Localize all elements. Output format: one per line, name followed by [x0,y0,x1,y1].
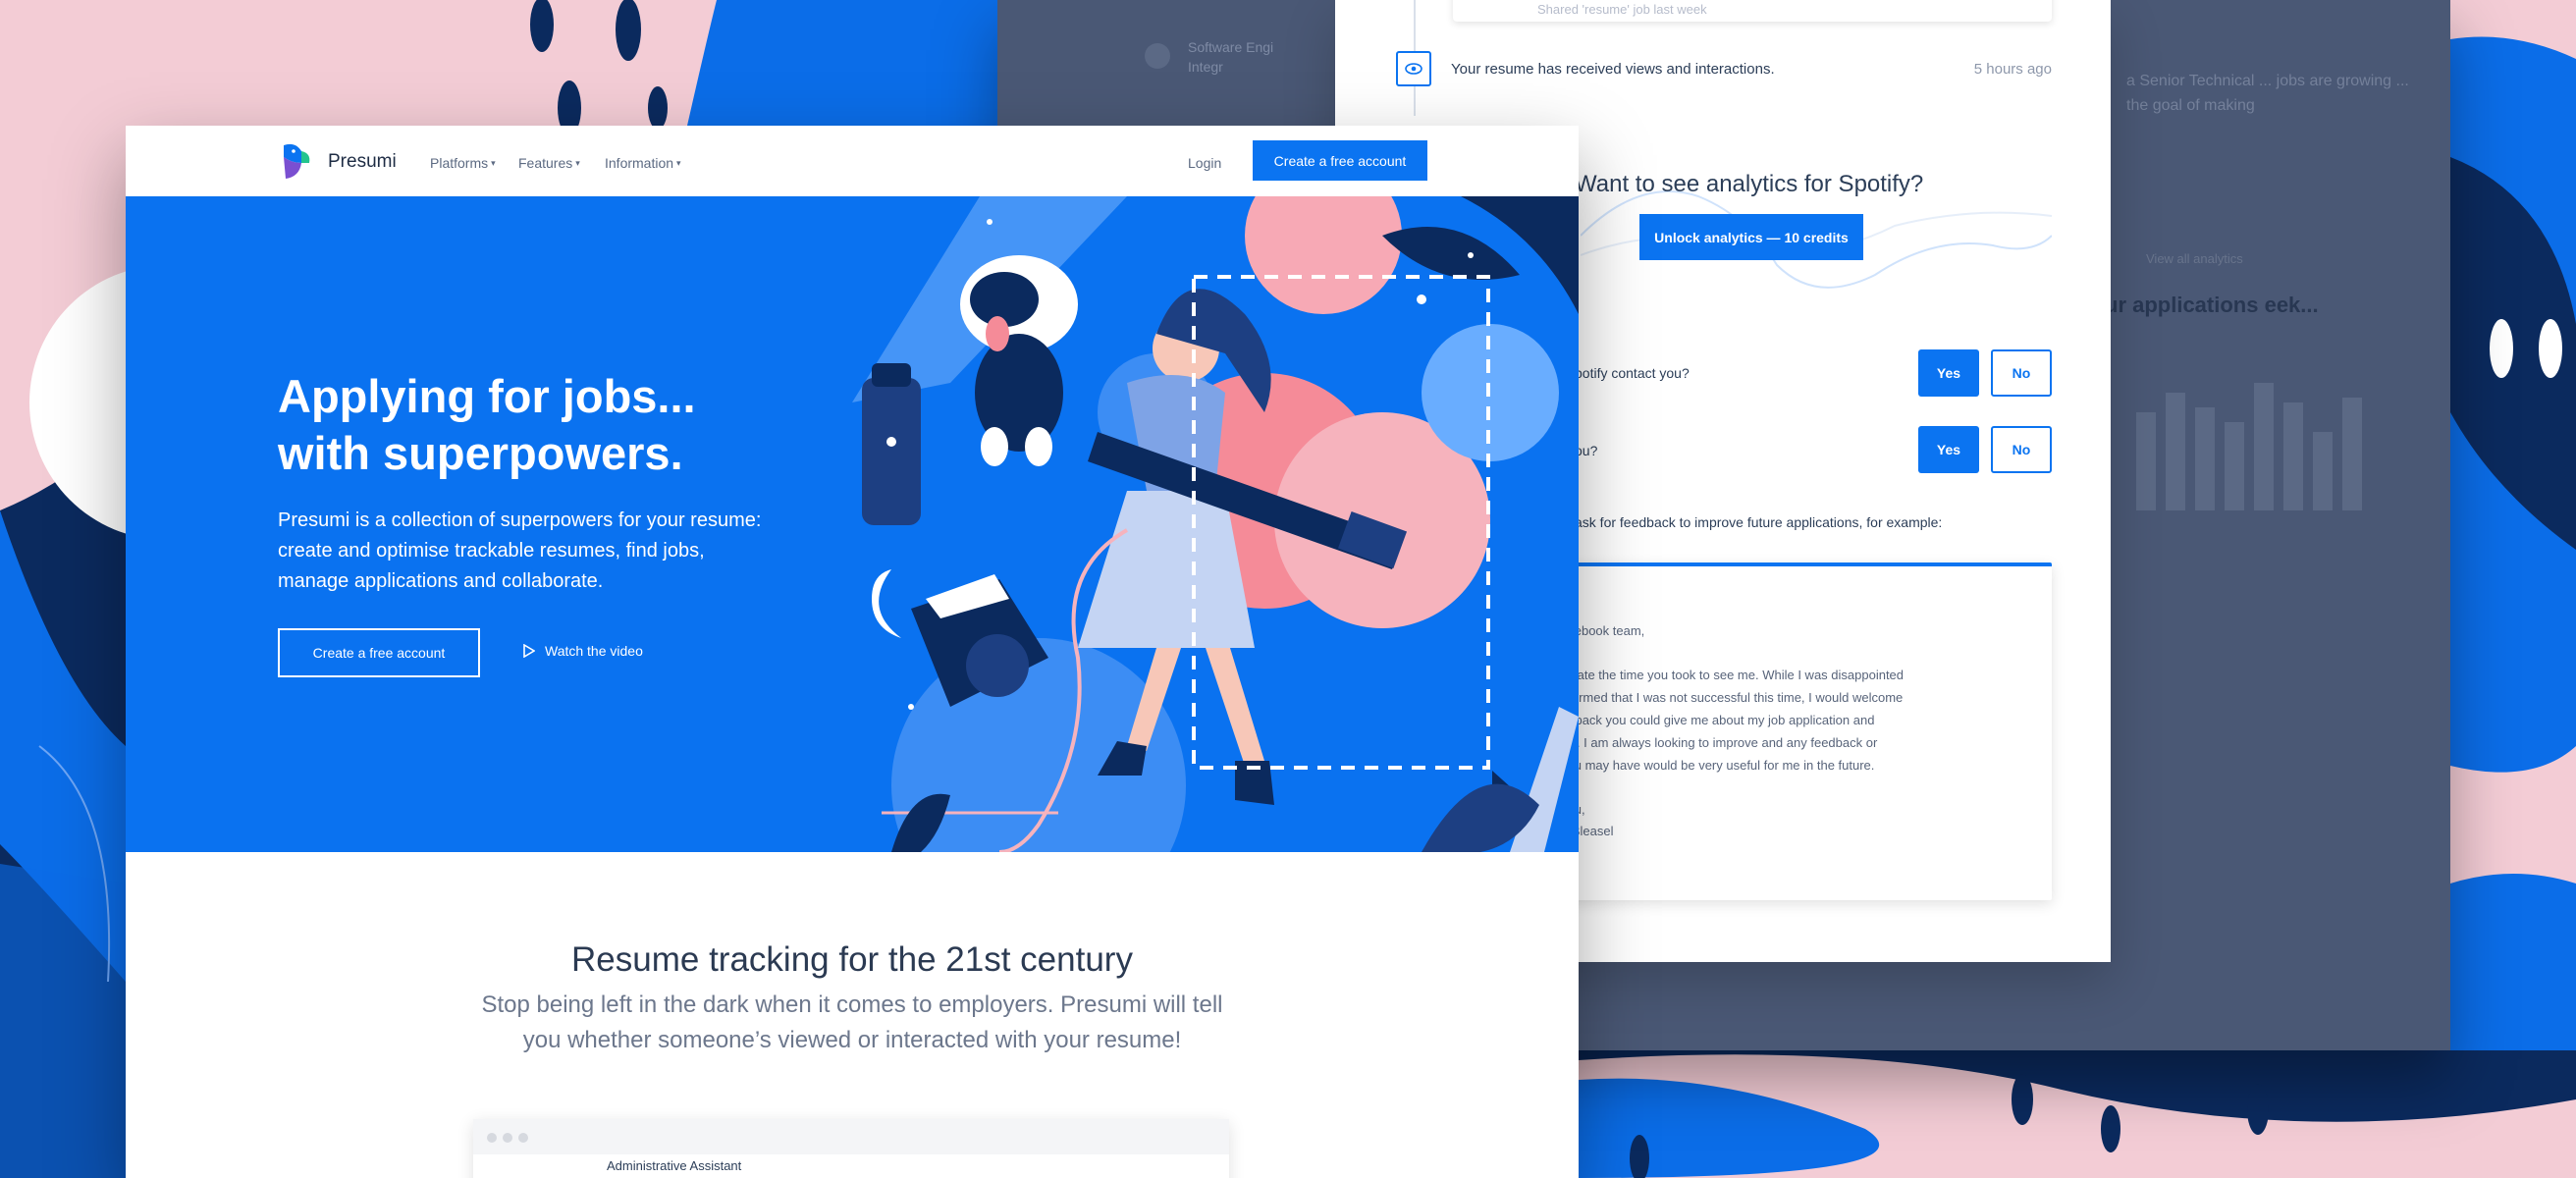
notification-text: Shared 'resume' job last week [1537,2,1707,17]
play-icon [523,644,535,658]
hero-title: Applying for jobs... with superpowers. [278,368,788,482]
chevron-down-icon: ▾ [676,157,681,168]
window-dot-icon [487,1133,497,1143]
applications-heading: ur applications eek... [2105,293,2319,317]
job-list-item[interactable]: Software Engi Integr [1145,37,1274,77]
contact-no-button[interactable]: No [1991,349,2052,397]
contact-yes-button[interactable]: Yes [1918,349,1979,397]
login-link[interactable]: Login [1188,155,1221,171]
company-icon [1145,43,1170,69]
nav-information[interactable]: Information ▾ [605,155,681,171]
watch-video-label: Watch the video [545,643,643,659]
applications-bar-chart [2136,383,2362,510]
watch-video-link[interactable]: Watch the video [523,643,643,659]
job-title: Software Engi [1188,39,1274,55]
view-analytics-link[interactable]: View all analytics [2146,251,2243,266]
views-notification: Your resume has received views and inter… [1451,61,1775,78]
nav-platforms[interactable]: Platforms ▾ [430,155,496,171]
section-title: Resume tracking for the 21st century [571,940,1133,979]
nav-create-account-button[interactable]: Create a free account [1253,140,1427,181]
job-subtitle: Integr [1188,59,1223,75]
hero-title-line: Applying for jobs... [278,370,696,422]
hero-illustration [852,196,1579,852]
second-no-button[interactable]: No [1991,426,2052,473]
letter-line: nformed that I was not successful this t… [1561,690,1904,705]
nav-label: Features [518,155,573,171]
chevron-down-icon: ▾ [575,157,580,168]
presumi-landing-window: Presumi Platforms ▾ Features ▾ Information… [126,126,1579,1178]
preview-browser-toolbar [473,1119,1229,1154]
second-yes-button[interactable]: Yes [1918,426,1979,473]
views-timestamp: 5 hours ago [1973,61,2052,78]
analytics-upsell-title: Want to see analytics for Spotify? [1575,171,1924,197]
window-dot-icon [518,1133,528,1143]
brand-name[interactable]: Presumi [328,151,397,173]
letter-line: ew. I am always looking to improve and a… [1561,735,1878,750]
section-subtitle: Stop being left in the dark when it come… [481,991,1223,1053]
nav-label: Information [605,155,674,171]
feedback-letter: acebook team, eciate the time you took t… [1561,562,2052,900]
nav-label: Platforms [430,155,489,171]
window-dot-icon [503,1133,512,1143]
presumi-logo-icon[interactable] [278,141,313,181]
hero-section: Applying for jobs... with superpowers. P… [126,196,1579,852]
preview-browser-window: Administrative Assistant [473,1119,1229,1178]
unlock-analytics-button[interactable]: Unlock analytics — 10 credits [1639,214,1863,260]
question-contact: potify contact you? [1575,365,1690,381]
hero-title-line: with superpowers. [278,427,683,479]
top-navigation: Presumi Platforms ▾ Features ▾ Information… [126,126,1579,196]
nav-features[interactable]: Features ▾ [518,155,580,171]
letter-line: eciate the time you took to see me. Whil… [1561,668,1905,682]
notification-card: Shared 'resume' job last week [1453,0,2052,22]
hero-subtitle: Presumi is a collection of superpowers f… [278,509,762,592]
letter-line: you may have would be very useful for me… [1561,758,1875,773]
dashboard-description: a Senior Technical ... jobs are growing … [2126,73,2409,114]
chevron-down-icon: ▾ [491,157,496,168]
preview-job-title: Administrative Assistant [607,1158,742,1173]
hero-create-account-button[interactable]: Create a free account [278,628,480,677]
eye-icon [1396,51,1431,86]
letter-line: edback you could give me about my job ap… [1561,713,1875,727]
feedback-prompt: ask for feedback to improve future appli… [1575,514,1943,530]
